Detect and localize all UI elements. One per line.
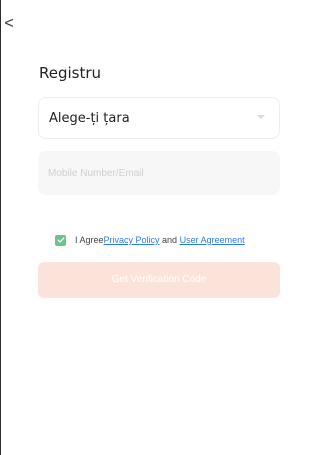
chevron-down-icon [257,115,265,119]
get-verification-code-button[interactable]: Get Verification Code [38,262,280,298]
user-agreement-link[interactable]: User Agreement [180,235,245,245]
register-screen: < Registru Alege-ți țara I AgreePrivacy … [0,0,293,455]
chevron-left-icon: < [4,15,14,32]
mobile-email-input[interactable] [38,151,280,195]
country-select-value: Alege-ți țara [49,111,130,126]
back-button[interactable]: < [1,14,17,34]
agreement-prefix-text: I Agree [75,235,104,245]
agreement-checkbox[interactable] [55,234,66,246]
privacy-policy-link[interactable]: Privacy Policy [104,235,160,245]
agreement-row: I Agree Privacy Policy and User Agreement [55,234,245,246]
country-select[interactable]: Alege-ți țara [38,97,280,139]
checkmark-icon [57,237,64,243]
agreement-joiner-text: and [159,235,180,245]
page-title: Registru [39,64,102,82]
